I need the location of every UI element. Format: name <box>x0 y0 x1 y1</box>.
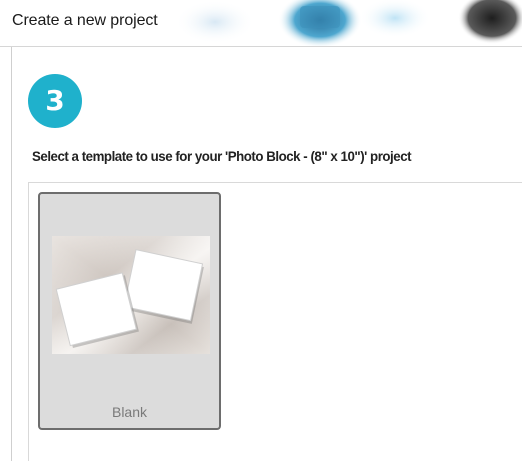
blank-template-thumbnail-icon <box>52 236 210 354</box>
title-bar[interactable]: Create a new project <box>0 0 522 46</box>
step-number-badge: 3 <box>28 74 82 128</box>
template-tile-blank[interactable]: Blank <box>38 192 221 430</box>
create-project-window: Create a new project 3 Select a template… <box>0 0 522 461</box>
template-label-blank: Blank <box>111 404 148 420</box>
window-title: Create a new project <box>12 12 158 29</box>
template-instruction: Select a template to use for your 'Photo… <box>32 148 412 164</box>
